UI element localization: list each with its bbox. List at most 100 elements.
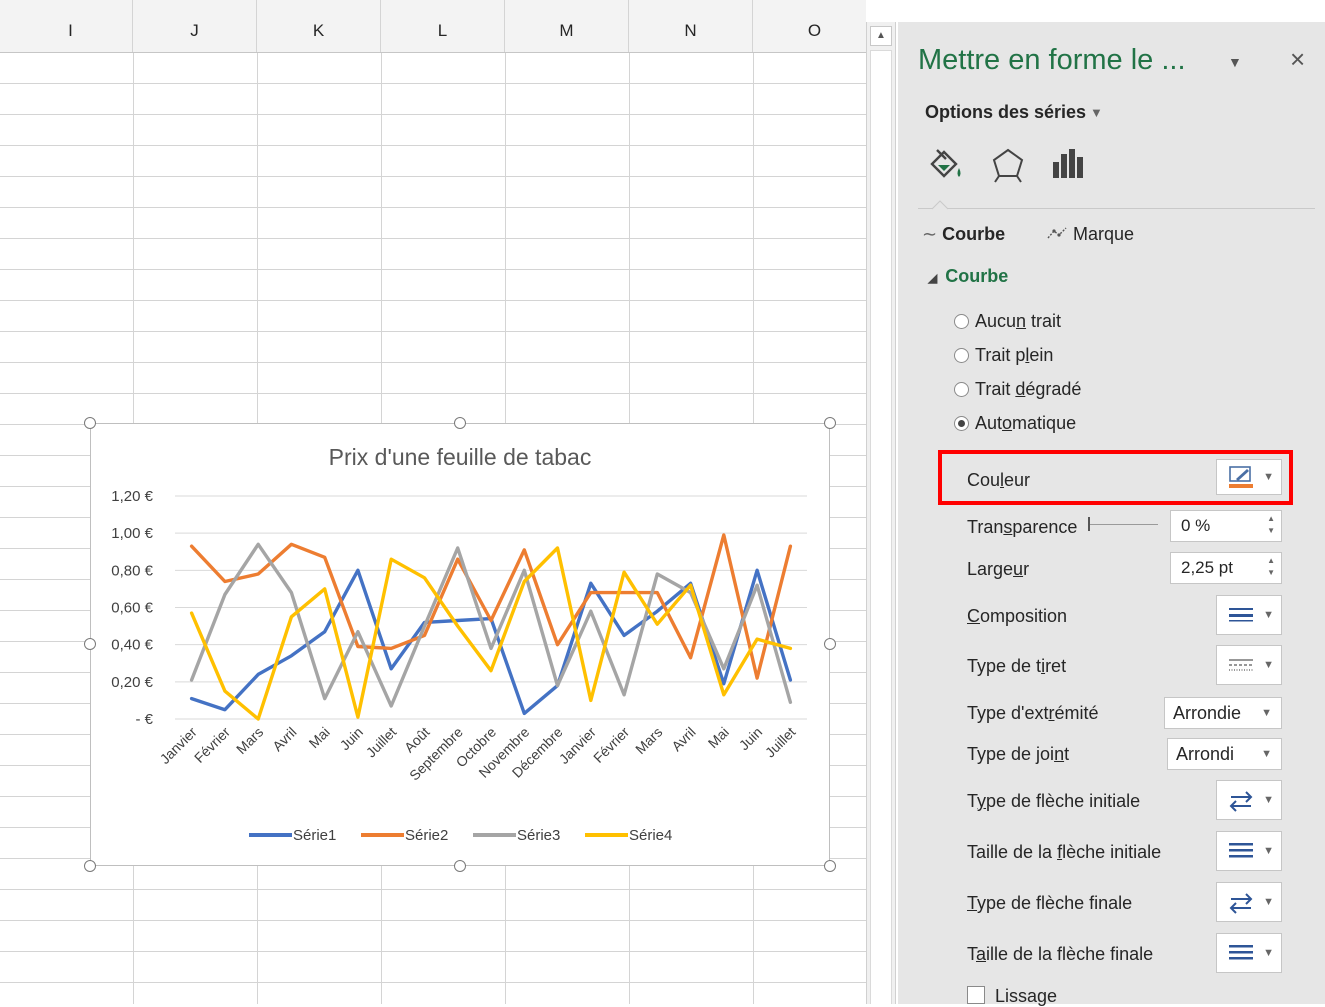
format-pane: Mettre en forme le ... ▼ × Options des s… bbox=[898, 22, 1325, 1006]
spinner-arrows-icon[interactable]: ▲ ▼ bbox=[1267, 555, 1275, 579]
radio-gradient-line[interactable]: Trait dégradé bbox=[954, 379, 1081, 400]
spreadsheet-grid[interactable]: I J K L M N O Prix d'une feuille de taba… bbox=[0, 0, 866, 1004]
fill-line-icon[interactable] bbox=[924, 144, 966, 191]
row-gridline bbox=[0, 300, 866, 301]
column-header-o[interactable]: O bbox=[753, 0, 866, 52]
y-tick-label: 0,60 € bbox=[111, 600, 153, 617]
radio-label: Aut bbox=[975, 413, 1003, 433]
vertical-scrollbar[interactable]: ▲ bbox=[866, 22, 896, 1004]
end-arrow-type-button[interactable]: ▼ bbox=[1216, 882, 1282, 922]
compound-lines-icon bbox=[1229, 608, 1253, 622]
column-header-j[interactable]: J bbox=[133, 0, 257, 52]
pane-title: Mettre en forme le ... bbox=[918, 44, 1186, 76]
transparency-slider[interactable] bbox=[1090, 524, 1158, 525]
y-tick-label: 0,40 € bbox=[111, 637, 153, 654]
compound-type-button[interactable]: ▼ bbox=[1216, 595, 1282, 635]
compound-type-label: Composition bbox=[967, 606, 1068, 626]
x-tick-label: Février bbox=[590, 724, 632, 766]
column-header-m[interactable]: M bbox=[505, 0, 629, 52]
row-gridline bbox=[0, 114, 866, 115]
resize-handle-bottom-right[interactable] bbox=[824, 860, 836, 872]
series-options-icon[interactable] bbox=[1048, 144, 1090, 191]
resize-handle-top[interactable] bbox=[454, 417, 466, 429]
chart-svg: Prix d'une feuille de tabac 1,20 € 1,00 € 0… bbox=[111, 444, 807, 844]
radio-no-line[interactable]: Aucun trait bbox=[954, 311, 1061, 332]
chevron-down-icon: ▼ bbox=[1261, 707, 1272, 719]
transparency-slider-thumb[interactable] bbox=[1088, 517, 1090, 531]
chart-title: Prix d'une feuille de tabac bbox=[329, 444, 592, 470]
arrow-type-icon bbox=[1229, 791, 1253, 812]
line-icon: ∼ bbox=[922, 224, 938, 244]
join-type-label: Type de joint bbox=[967, 744, 1070, 764]
transparency-input[interactable]: 0 % ▲ ▼ bbox=[1170, 510, 1282, 542]
radio-solid-line[interactable]: Trait plein bbox=[954, 345, 1053, 366]
column-headers: I J K L M N O bbox=[0, 0, 866, 53]
resize-handle-top-right[interactable] bbox=[824, 417, 836, 429]
begin-arrow-size-button[interactable]: ▼ bbox=[1216, 831, 1282, 871]
x-tick-label: Mars bbox=[632, 724, 665, 757]
radio-button[interactable] bbox=[954, 314, 969, 329]
end-arrow-size-button[interactable]: ▼ bbox=[1216, 933, 1282, 973]
series-options-dropdown[interactable]: Options des séries bbox=[925, 102, 1086, 123]
section-line-label: Courbe bbox=[945, 266, 1009, 286]
cap-type-label: Type d'extrémité bbox=[967, 703, 1099, 723]
radio-label: Trait p bbox=[975, 345, 1026, 365]
end-arrow-type-label: Type de flèche finale bbox=[967, 893, 1133, 913]
x-tick-label: Février bbox=[191, 724, 233, 766]
begin-arrow-size-label: Taille de la flèche initiale bbox=[967, 842, 1162, 862]
series-line-Série2 bbox=[189, 533, 793, 680]
column-header-k[interactable]: K bbox=[257, 0, 381, 52]
x-tick-label: Avril bbox=[269, 724, 299, 754]
column-header-i[interactable]: I bbox=[9, 0, 133, 52]
radio-button[interactable] bbox=[954, 382, 969, 397]
x-tick-label: Juillet bbox=[363, 724, 400, 761]
legend-label: Série3 bbox=[517, 827, 560, 844]
width-value: 2,25 pt bbox=[1181, 558, 1233, 577]
radio-label: ein bbox=[1029, 345, 1054, 365]
spinner-arrows-icon[interactable]: ▲ ▼ bbox=[1267, 513, 1275, 537]
scroll-up-arrow-icon[interactable]: ▲ bbox=[870, 26, 892, 46]
arrow-size-icon bbox=[1229, 843, 1253, 858]
width-input[interactable]: 2,25 pt ▲ ▼ bbox=[1170, 552, 1282, 584]
scroll-thumb[interactable] bbox=[870, 50, 892, 1004]
resize-handle-bottom[interactable] bbox=[454, 860, 466, 872]
radio-button[interactable] bbox=[954, 348, 969, 363]
x-tick-label: Mai bbox=[306, 724, 333, 751]
row-gridline bbox=[0, 145, 866, 146]
collapse-triangle-icon: ◢ bbox=[928, 271, 938, 285]
dash-lines-icon bbox=[1229, 659, 1253, 671]
line-chart[interactable]: Prix d'une feuille de tabac 1,20 € 1,00 € 0… bbox=[90, 423, 830, 866]
smoothing-checkbox[interactable] bbox=[967, 986, 985, 1004]
radio-button-checked[interactable] bbox=[954, 416, 969, 431]
begin-arrow-type-label: Type de flèche initiale bbox=[967, 791, 1141, 811]
join-type-dropdown[interactable]: Arrondi ▼ bbox=[1167, 738, 1282, 770]
marker-line-icon bbox=[1046, 224, 1073, 244]
radio-label: Aucu bbox=[975, 311, 1017, 331]
tab-marker[interactable]: Marque bbox=[1046, 224, 1134, 245]
section-line-header[interactable]: ◢ Courbe bbox=[928, 266, 1008, 287]
window-top-strip bbox=[866, 0, 1325, 22]
end-arrow-size-label: Taille de la flèche finale bbox=[967, 944, 1154, 964]
resize-handle-bottom-left[interactable] bbox=[84, 860, 96, 872]
tab-line[interactable]: ∼ Courbe bbox=[922, 224, 1005, 245]
close-icon[interactable]: × bbox=[1290, 44, 1305, 75]
radio-label: trait bbox=[1026, 311, 1062, 331]
pane-options-chevron-down-icon[interactable]: ▼ bbox=[1228, 54, 1242, 70]
row-gridline bbox=[0, 83, 866, 84]
begin-arrow-type-button[interactable]: ▼ bbox=[1216, 780, 1282, 820]
chevron-down-icon[interactable]: ▼ bbox=[1090, 105, 1103, 120]
x-tick-label: Mai bbox=[705, 724, 732, 751]
cap-type-dropdown[interactable]: Arrondie ▼ bbox=[1164, 697, 1282, 729]
radio-label: égradé bbox=[1025, 379, 1082, 399]
resize-handle-top-left[interactable] bbox=[84, 417, 96, 429]
column-header-n[interactable]: N bbox=[629, 0, 753, 52]
radio-label: Trait bbox=[975, 379, 1016, 399]
effects-pentagon-icon[interactable] bbox=[987, 144, 1029, 191]
resize-handle-left[interactable] bbox=[84, 638, 96, 650]
dash-type-button[interactable]: ▼ bbox=[1216, 645, 1282, 685]
radio-automatic[interactable]: Automatique bbox=[954, 413, 1076, 434]
y-tick-label: 1,00 € bbox=[111, 525, 153, 542]
x-tick-label: Juillet bbox=[762, 724, 799, 761]
column-header-l[interactable]: L bbox=[381, 0, 505, 52]
resize-handle-right[interactable] bbox=[824, 638, 836, 650]
